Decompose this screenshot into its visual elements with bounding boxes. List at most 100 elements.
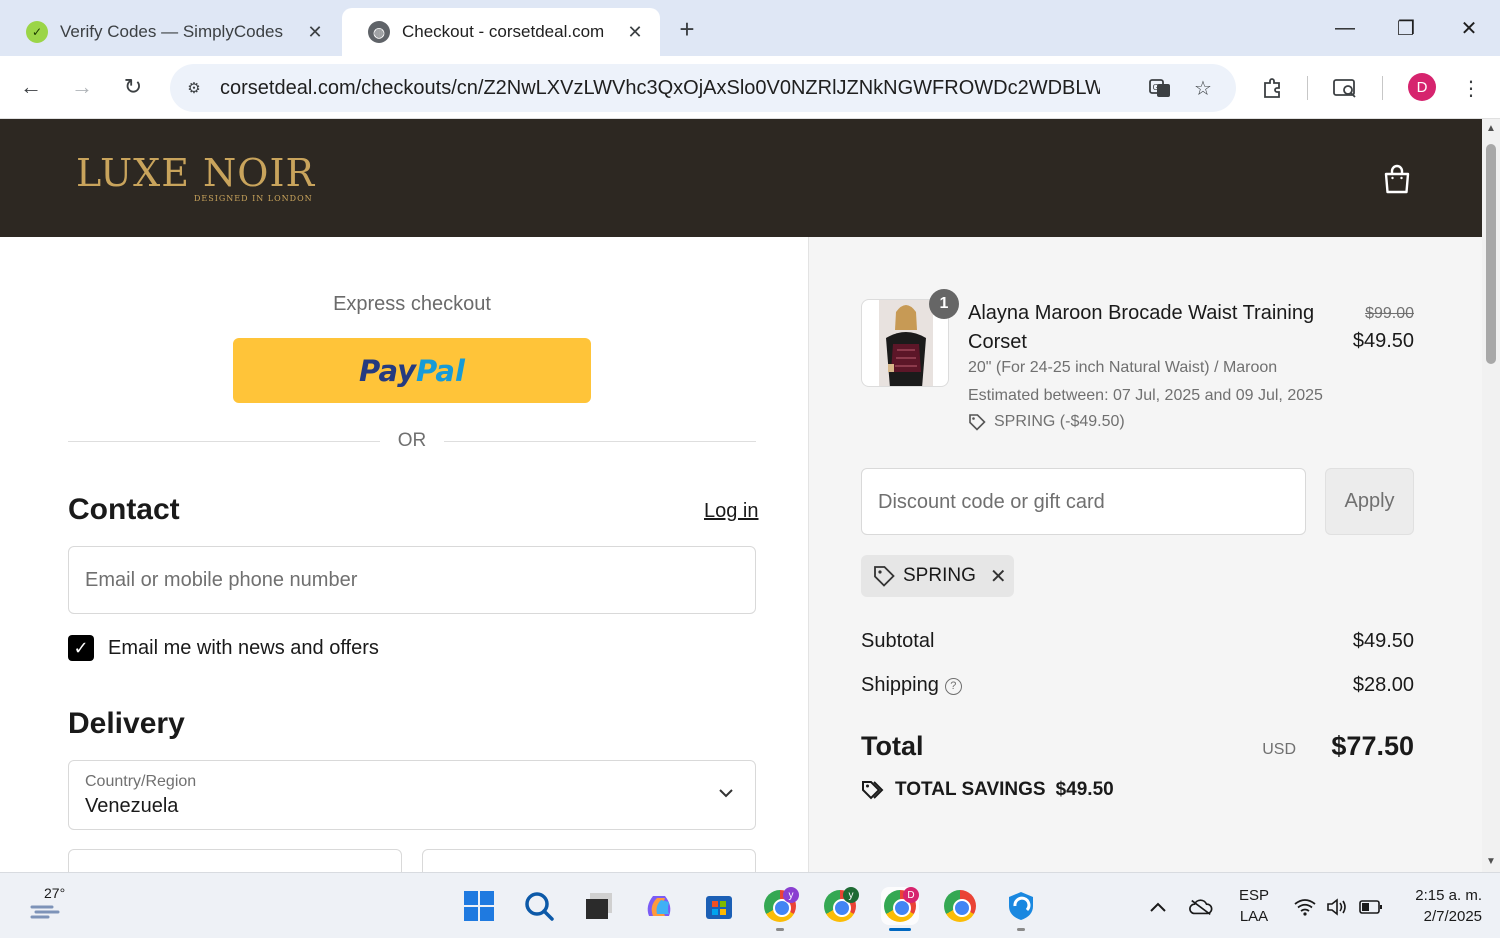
site-settings-icon[interactable]: ⚙ xyxy=(180,74,208,102)
toolbar-divider xyxy=(1307,76,1308,100)
window-close-icon[interactable]: ✕ xyxy=(1451,10,1487,46)
windows-start-icon[interactable] xyxy=(460,887,498,925)
address-bar[interactable]: ⚙ corsetdeal.com/checkouts/cn/Z2NwLXVzLW… xyxy=(170,64,1236,112)
total-savings: TOTAL SAVINGS $49.50 xyxy=(861,779,1114,801)
remove-code-icon[interactable]: ✕ xyxy=(990,564,1007,589)
country-select[interactable]: Country/Region Venezuela xyxy=(68,760,756,830)
temperature: 27° xyxy=(44,885,66,901)
scroll-down-icon[interactable]: ▼ xyxy=(1485,856,1497,868)
tab-simplycodes[interactable]: ✓ Verify Codes — SimplyCodes ✕ xyxy=(0,8,340,56)
paypal-logo-part2: Pal xyxy=(416,353,465,388)
url-text[interactable]: corsetdeal.com/checkouts/cn/Z2NwLXVzLWVh… xyxy=(220,77,1100,100)
browser-tabstrip: ✓ Verify Codes — SimplyCodes ✕ ◍ Checkou… xyxy=(0,0,1500,56)
profile-badge: y xyxy=(783,887,799,903)
product-variant: 20" (For 24-25 inch Natural Waist) / Mar… xyxy=(968,359,1278,376)
chevron-up-icon[interactable] xyxy=(1146,895,1170,919)
tab-checkout[interactable]: ◍ Checkout - corsetdeal.com ✕ xyxy=(342,8,660,56)
shipping-value: $28.00 xyxy=(1352,674,1414,696)
discount-code-input[interactable]: Discount code or gift card xyxy=(861,468,1306,535)
chrome-profile-y-green-icon[interactable]: y xyxy=(821,887,859,925)
applied-code-text: SPRING xyxy=(903,565,976,586)
minimize-icon[interactable]: — xyxy=(1327,10,1363,46)
login-link[interactable]: Log in xyxy=(704,500,759,523)
tab-title: Verify Codes — SimplyCodes xyxy=(60,22,283,41)
shipping-row: Shipping? $28.00 xyxy=(861,674,1414,697)
chrome-icon[interactable] xyxy=(941,887,979,925)
total-currency: USD xyxy=(1262,741,1296,758)
original-price: $99.00 xyxy=(1365,305,1414,322)
reload-icon[interactable]: ↻ xyxy=(116,70,150,104)
shipping-label: Shipping xyxy=(861,674,939,696)
shopping-bag-icon[interactable] xyxy=(1382,163,1412,195)
forward-icon[interactable]: → xyxy=(65,70,99,104)
wifi-icon[interactable] xyxy=(1293,895,1317,919)
or-divider: OR xyxy=(68,427,756,457)
page-scrollbar[interactable]: ▲ ▼ xyxy=(1482,119,1500,872)
restore-icon[interactable]: ❐ xyxy=(1388,10,1424,46)
discount-placeholder: Discount code or gift card xyxy=(878,491,1105,513)
store-logo[interactable]: LUXE NOIR DESIGNED IN LONDON xyxy=(76,151,316,203)
back-icon[interactable]: ← xyxy=(14,70,48,104)
country-label: Country/Region xyxy=(85,773,197,790)
translate-icon[interactable]: G xyxy=(1146,74,1174,102)
item-discount: SPRING (-$49.50) xyxy=(968,413,1125,431)
checkout-form: Express checkout Pay Pal OR Contact Log i… xyxy=(0,237,808,872)
last-name-field[interactable] xyxy=(422,849,756,872)
clock-date: 2/7/2025 xyxy=(1423,908,1482,925)
new-tab-button[interactable]: + xyxy=(672,14,702,44)
profile-avatar[interactable]: D xyxy=(1408,73,1436,101)
scroll-thumb[interactable] xyxy=(1486,144,1496,364)
help-icon[interactable]: ? xyxy=(944,677,962,695)
email-field[interactable]: Email or mobile phone number xyxy=(68,546,756,614)
applied-code-chip: SPRING ✕ xyxy=(861,555,1014,597)
clock-time: 2:15 a. m. xyxy=(1415,887,1482,904)
paypal-button[interactable]: Pay Pal xyxy=(233,338,591,403)
language-indicator[interactable]: ESP LAA xyxy=(1236,885,1272,927)
savings-value: $49.50 xyxy=(1055,779,1114,800)
tag-icon xyxy=(874,566,895,587)
onedrive-icon[interactable] xyxy=(1189,895,1213,919)
active-indicator xyxy=(889,928,911,931)
microsoft-store-icon[interactable] xyxy=(700,887,738,925)
logo-tagline: DESIGNED IN LONDON xyxy=(194,194,313,203)
tab-search-icon[interactable] xyxy=(1329,72,1361,104)
divider-line xyxy=(444,441,756,442)
close-icon[interactable]: ✕ xyxy=(304,21,326,43)
edge-shield-icon[interactable] xyxy=(1002,887,1040,931)
svg-text:G: G xyxy=(1153,83,1159,92)
chrome-logo xyxy=(944,890,976,922)
newsletter-checkbox[interactable]: ✓ xyxy=(68,635,94,661)
close-icon[interactable]: ✕ xyxy=(624,21,646,43)
running-indicator xyxy=(776,928,784,931)
volume-icon[interactable] xyxy=(1325,895,1349,919)
subtotal-value: $49.50 xyxy=(1352,630,1414,652)
scroll-up-icon[interactable]: ▲ xyxy=(1485,123,1497,135)
star-icon[interactable]: ☆ xyxy=(1189,74,1217,102)
system-clock[interactable]: 2:15 a. m. 2/7/2025 xyxy=(1396,885,1482,927)
apply-button[interactable]: Apply xyxy=(1325,468,1414,535)
task-view-icon[interactable] xyxy=(580,887,618,925)
profile-badge: y xyxy=(843,887,859,903)
chrome-profile-d-icon[interactable]: D xyxy=(881,887,919,931)
copilot-icon[interactable] xyxy=(640,887,678,925)
delivery-estimate: Estimated between: 07 Jul, 2025 and 09 J… xyxy=(968,387,1323,404)
extensions-icon[interactable] xyxy=(1256,72,1288,104)
battery-icon[interactable] xyxy=(1359,895,1383,919)
simplycodes-icon: ✓ xyxy=(26,21,48,43)
newsletter-label[interactable]: Email me with news and offers xyxy=(108,637,379,660)
subtotal-label: Subtotal xyxy=(861,630,935,652)
delivery-heading: Delivery xyxy=(68,707,185,740)
page-viewport: LUXE NOIR DESIGNED IN LONDON Express che… xyxy=(0,119,1482,872)
globe-icon: ◍ xyxy=(368,21,390,43)
or-label: OR xyxy=(397,430,427,451)
logo-text: LUXE NOIR xyxy=(76,151,316,195)
chrome-profile-y-purple-icon[interactable]: y xyxy=(761,887,799,931)
order-summary: 1 Alayna Maroon Brocade Waist Training C… xyxy=(808,237,1482,872)
chevron-down-icon xyxy=(719,785,733,803)
menu-dots-icon[interactable]: ⋮ xyxy=(1455,72,1487,104)
subtotal-row: Subtotal $49.50 xyxy=(861,630,1414,653)
browser-toolbar: ← → ↻ ⚙ corsetdeal.com/checkouts/cn/Z2Nw… xyxy=(0,56,1500,119)
express-checkout-label: Express checkout xyxy=(333,293,491,315)
search-icon[interactable] xyxy=(520,887,558,925)
first-name-field[interactable] xyxy=(68,849,402,872)
